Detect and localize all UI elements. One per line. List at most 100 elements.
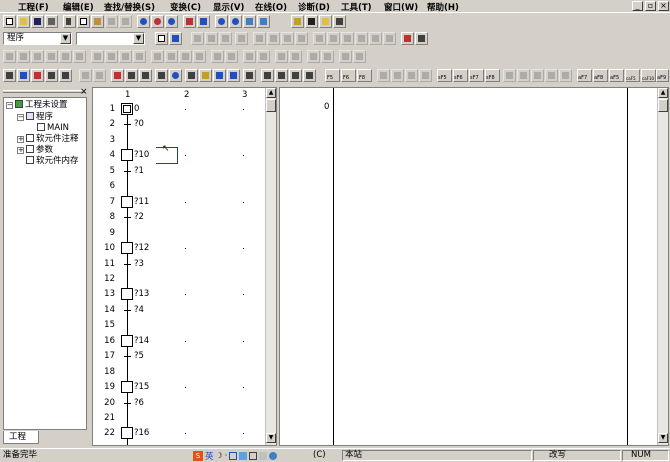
statement-button[interactable]	[205, 32, 218, 45]
menu-help[interactable]: 帮助(H)	[427, 1, 459, 13]
alias-button[interactable]	[235, 32, 248, 45]
ime-gear-icon[interactable]	[269, 451, 278, 460]
sfc-branch-button[interactable]	[93, 69, 106, 82]
ladder-view-button[interactable]	[253, 32, 266, 45]
sfc-tool-a-button[interactable]	[377, 69, 390, 82]
sfc-monitor-button[interactable]	[169, 69, 182, 82]
edit-mode-button[interactable]	[313, 32, 326, 45]
sfc-device-button[interactable]	[155, 69, 168, 82]
sfc-batch-button[interactable]	[227, 69, 240, 82]
program-select[interactable]: 程序 ▼	[3, 32, 72, 45]
instruction-list-button[interactable]	[339, 50, 352, 63]
sfc-transition-mark[interactable]	[124, 124, 131, 126]
panel-grip[interactable]	[3, 90, 85, 93]
note-button[interactable]	[219, 32, 232, 45]
menu-diagnostics[interactable]: 诊断(D)	[298, 1, 330, 13]
falling-parallel-button[interactable]	[193, 50, 206, 63]
rising-parallel-button[interactable]	[179, 50, 192, 63]
sfc-window-button[interactable]	[303, 69, 316, 82]
step-view-button[interactable]	[295, 32, 308, 45]
sfc-scrollbar[interactable]: ▲ ▼	[265, 88, 276, 445]
sfc-step-box[interactable]	[121, 381, 133, 394]
sfc-row-button[interactable]	[289, 69, 302, 82]
sfc-caf5-button[interactable]: caF5	[625, 69, 640, 82]
scroll-thumb[interactable]	[266, 99, 276, 112]
sfc-entry-button[interactable]	[213, 69, 226, 82]
redo-button[interactable]	[119, 15, 132, 28]
open-file-button[interactable]	[17, 15, 30, 28]
scroll-down-icon[interactable]: ▼	[266, 433, 276, 443]
undo-button[interactable]	[105, 15, 118, 28]
tree-item-main[interactable]: MAIN	[37, 123, 69, 133]
sfc-f5-button[interactable]: F5	[325, 69, 340, 82]
coil-button[interactable]	[59, 50, 72, 63]
delete-vertical-button[interactable]	[133, 50, 146, 63]
collapse-icon[interactable]: −	[6, 102, 13, 109]
read-mode-button[interactable]	[327, 32, 340, 45]
device-select[interactable]: ▼	[76, 32, 145, 45]
register-button[interactable]	[401, 32, 414, 45]
sfc-tool-e-button[interactable]	[503, 69, 516, 82]
zoom-in-button[interactable]	[215, 15, 228, 28]
program-switch-button[interactable]	[169, 32, 182, 45]
sfc-af7-button[interactable]: aF7	[577, 69, 592, 82]
convert-all-button[interactable]	[289, 50, 302, 63]
sfc-watch-button[interactable]	[199, 69, 212, 82]
scroll-up-icon[interactable]: ▲	[658, 88, 668, 98]
close-button[interactable]: ×	[658, 1, 669, 11]
delete-line-button[interactable]	[257, 50, 270, 63]
collapse-icon[interactable]: −	[17, 114, 24, 121]
device-search-button[interactable]	[137, 15, 150, 28]
jump-button[interactable]	[321, 50, 334, 63]
sfc-tool-c-button[interactable]	[405, 69, 418, 82]
contact-nc-button[interactable]	[31, 50, 44, 63]
menu-tools[interactable]: 工具(T)	[341, 1, 372, 13]
menu-window[interactable]: 窗口(W)	[384, 1, 418, 13]
ime-moon-icon[interactable]: ☽	[216, 451, 223, 460]
falling-edge-button[interactable]	[165, 50, 178, 63]
application-button[interactable]	[73, 50, 86, 63]
ime-logo-icon[interactable]: S	[193, 450, 203, 461]
sfc-tool-b-button[interactable]	[391, 69, 404, 82]
convert-button[interactable]	[275, 50, 288, 63]
sfc-table-button[interactable]	[319, 15, 332, 28]
tree-item-device-comment[interactable]: 软元件注释	[26, 134, 79, 144]
comment-button[interactable]	[191, 32, 204, 45]
scroll-up-icon[interactable]: ▲	[266, 88, 276, 98]
sfc-check-button[interactable]	[125, 69, 138, 82]
read-plc-button[interactable]	[183, 15, 196, 28]
sfc-step-box[interactable]	[121, 427, 133, 440]
sfc-tool-d-button[interactable]	[419, 69, 432, 82]
scroll-thumb[interactable]	[658, 99, 668, 112]
vertical-line-button[interactable]	[105, 50, 118, 63]
sfc-convert-button[interactable]	[111, 69, 124, 82]
step-search-button[interactable]	[165, 15, 178, 28]
operation-result-button[interactable]	[225, 50, 238, 63]
contact-parallel-button[interactable]	[17, 50, 30, 63]
ladder-scrollbar[interactable]: ▲ ▼	[657, 88, 668, 445]
write-mode-button[interactable]	[341, 32, 354, 45]
sfc-tool-h-button[interactable]	[545, 69, 558, 82]
draw-line-button[interactable]	[243, 50, 256, 63]
sfc-zoom-button[interactable]	[139, 69, 152, 82]
new-file-button[interactable]	[3, 15, 16, 28]
ime-menu-icon[interactable]	[259, 451, 268, 460]
sfc-step-box[interactable]	[121, 288, 133, 301]
menu-edit[interactable]: 编辑(E)	[63, 1, 94, 13]
sfc-jump-button[interactable]	[31, 69, 44, 82]
sfc-sf6-button[interactable]: sF6	[453, 69, 468, 82]
sfc-block-button[interactable]	[79, 69, 92, 82]
sfc-list-button[interactable]	[333, 15, 346, 28]
delete-horizontal-button[interactable]	[119, 50, 132, 63]
menu-find-replace[interactable]: 查找/替换(S)	[104, 1, 155, 13]
sfc-step-box[interactable]	[121, 242, 133, 255]
sfc-transition-mark[interactable]	[124, 217, 131, 219]
monitor-stop-button[interactable]	[257, 15, 270, 28]
menu-convert[interactable]: 变换(C)	[170, 1, 201, 13]
rising-edge-button[interactable]	[151, 50, 164, 63]
write-plc-button[interactable]	[197, 15, 210, 28]
tree-item-program[interactable]: 程序	[26, 112, 53, 122]
monitor-button[interactable]	[243, 15, 256, 28]
sfc-caf10-button[interactable]: caF10	[641, 69, 656, 82]
tree-item-parameter[interactable]: 参数	[26, 145, 53, 155]
